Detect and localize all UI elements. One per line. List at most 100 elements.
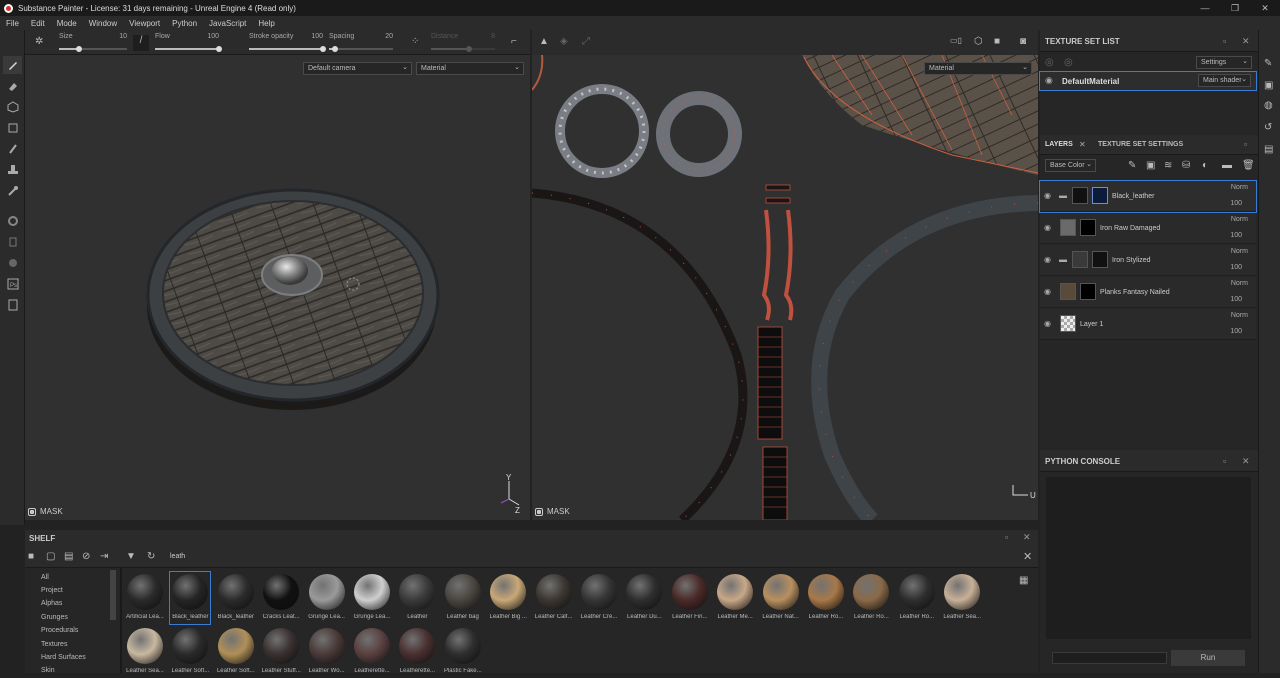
category-scrollbar[interactable]	[110, 570, 116, 620]
log-icon[interactable]: ▤	[1264, 144, 1273, 155]
material-thumbnail[interactable]: Leather bag	[443, 572, 483, 624]
viewport-3d[interactable]: Default camera ⌄ Material ⌄ MASK Y Z	[25, 55, 530, 520]
category-item[interactable]: Textures	[41, 641, 67, 648]
import-icon[interactable]: ⇥	[100, 551, 108, 562]
layer-blend-mode[interactable]: Norm	[1231, 248, 1248, 255]
material-thumbnail[interactable]: Leather Stuff...	[261, 626, 301, 678]
material-thumbnail[interactable]: Leather Calf...	[534, 572, 574, 624]
eye-icon[interactable]: ◉	[1044, 223, 1054, 233]
flow-slider[interactable]: Flow 100	[155, 32, 222, 54]
material-thumbnail[interactable]: Plastic Fake...	[443, 626, 483, 678]
channel-selector[interactable]: Base Color ⌄	[1045, 159, 1096, 172]
restore-button[interactable]: ❐	[1220, 0, 1250, 16]
eye-icon[interactable]: ◉	[1044, 191, 1054, 201]
projection-icon[interactable]	[3, 98, 22, 116]
material-thumbnail[interactable]: Leather Ro...	[806, 572, 846, 624]
material-thumbnail[interactable]: Leatherette...	[352, 626, 392, 678]
menu-file[interactable]: File	[0, 19, 25, 28]
material-thumbnail[interactable]: Leather Soft...	[170, 626, 210, 678]
material-thumbnail[interactable]: Leather Du...	[624, 572, 664, 624]
material-thumbnail[interactable]: Leather Wo...	[307, 626, 347, 678]
layer-opacity[interactable]: 100	[1230, 232, 1242, 239]
settings-dropdown[interactable]: Settings ⌄	[1196, 56, 1252, 69]
category-item[interactable]: All	[41, 574, 49, 581]
category-item[interactable]: Hard Surfaces	[41, 654, 86, 661]
category-item[interactable]: Procedurals	[41, 627, 78, 634]
category-item[interactable]: Project	[41, 587, 63, 594]
bake-icon[interactable]	[3, 233, 22, 251]
close-panel-icon[interactable]: ✕	[1023, 532, 1031, 543]
lazy-mouse-icon[interactable]: ⁘	[411, 36, 419, 47]
float-panel-icon[interactable]: ▫	[1244, 139, 1247, 149]
screenshot-icon[interactable]: ◙	[1020, 36, 1026, 47]
smudge-icon[interactable]	[3, 140, 22, 158]
size-slider-handle[interactable]	[76, 46, 83, 52]
layer-opacity[interactable]: 100	[1230, 296, 1242, 303]
material-thumbnail[interactable]: Leather Nat...	[761, 572, 801, 624]
document-icon[interactable]	[3, 296, 22, 314]
brush-settings-icon[interactable]: ✎	[1264, 58, 1272, 69]
layer-blend-mode[interactable]: Norm	[1231, 312, 1248, 319]
material-thumbnail[interactable]: Grunge Lea...	[307, 572, 347, 624]
add-layer-icon[interactable]: ◐	[1202, 160, 1208, 171]
material-thumbnail[interactable]: Leatherette...	[397, 626, 437, 678]
menu-window[interactable]: Window	[83, 19, 123, 28]
add-paint-layer-icon[interactable]: ⛁	[1182, 160, 1190, 171]
add-effect-icon[interactable]: ✎	[1128, 160, 1136, 171]
tab-layers[interactable]: LAYERS	[1045, 141, 1073, 148]
symmetry-icon[interactable]: ⌐	[511, 36, 517, 47]
eye-icon[interactable]: ◉	[1044, 319, 1054, 329]
folder-icon[interactable]: ■	[28, 551, 34, 562]
photoshop-export-icon[interactable]: Ps	[3, 275, 22, 293]
material-thumbnail[interactable]: Cracks Leat...	[261, 572, 301, 624]
polygon-fill-icon[interactable]	[3, 119, 22, 137]
add-mask-icon[interactable]: ▣	[1146, 160, 1155, 171]
mask-toggle-2d[interactable]: MASK	[535, 507, 570, 516]
refresh-icon[interactable]: ↻	[147, 551, 155, 562]
layer-opacity[interactable]: 100	[1230, 328, 1242, 335]
python-input[interactable]	[1052, 652, 1167, 664]
material-thumbnail[interactable]: Artificial Lea...	[125, 572, 165, 624]
clear-search-icon[interactable]: ✕	[1023, 550, 1032, 563]
brush-preset-icon[interactable]: ✲	[35, 36, 43, 47]
layer-row[interactable]: ◉ ▬ Black_leather Norm 100	[1039, 180, 1257, 213]
folder-icon[interactable]: ▬	[1059, 191, 1067, 200]
layer-blend-mode[interactable]: Norm	[1231, 216, 1248, 223]
layer-row[interactable]: ◉ Planks Fantasy Nailed Norm 100	[1040, 277, 1256, 308]
display-settings-icon[interactable]: ▣	[1264, 80, 1273, 91]
material-thumbnail[interactable]: Leather	[397, 572, 437, 624]
material-thumbnail[interactable]: Leather Me...	[715, 572, 755, 624]
minimize-button[interactable]: —	[1190, 0, 1220, 16]
material-thumbnail[interactable]: Leather Cre...	[579, 572, 619, 624]
layer-row[interactable]: ◉ Layer 1 Norm 100	[1040, 309, 1256, 340]
mask-toggle-3d[interactable]: MASK	[28, 507, 63, 516]
eye-icon[interactable]: ◉	[1044, 287, 1054, 297]
settings-gear-icon[interactable]	[3, 212, 22, 230]
close-panel-icon[interactable]: ✕	[1242, 36, 1250, 47]
add-folder-icon[interactable]: ▬	[1222, 160, 1232, 171]
add-fill-layer-icon[interactable]: ≋	[1164, 160, 1172, 171]
eye-outline-icon[interactable]: ◎	[1064, 57, 1073, 68]
python-console-output[interactable]	[1046, 477, 1251, 639]
filter-icon[interactable]: ▼	[126, 551, 136, 562]
cube-icon[interactable]: ⬡	[974, 36, 983, 47]
folder-icon[interactable]: ▬	[1059, 255, 1067, 264]
material-thumbnail[interactable]: Leather Sea...	[125, 626, 165, 678]
stroke-opacity-slider-handle[interactable]	[320, 46, 326, 52]
distance-slider-handle[interactable]	[466, 46, 473, 52]
category-item[interactable]: Alphas	[41, 600, 62, 607]
new-shelf-icon[interactable]: ▢	[46, 551, 55, 562]
eye-icon[interactable]: ◉	[1045, 75, 1053, 86]
eye-icon[interactable]: ◉	[1044, 255, 1054, 265]
spacing-slider-handle[interactable]	[332, 46, 339, 52]
layer-row[interactable]: ◉ Iron Raw Damaged Norm 100	[1040, 213, 1256, 244]
triangle-icon[interactable]: ▲	[539, 36, 549, 47]
material-icon[interactable]	[3, 254, 22, 272]
search-input[interactable]: leath	[170, 553, 185, 560]
eraser-icon[interactable]	[3, 77, 22, 95]
float-panel-icon[interactable]: ▫	[1223, 36, 1226, 46]
selection-icon[interactable]: ◈	[560, 36, 568, 47]
material-thumbnail[interactable]: Leather Big ...	[488, 572, 528, 624]
history-icon[interactable]: ↺	[1264, 122, 1272, 133]
layer-blend-mode[interactable]: Norm	[1231, 184, 1248, 191]
